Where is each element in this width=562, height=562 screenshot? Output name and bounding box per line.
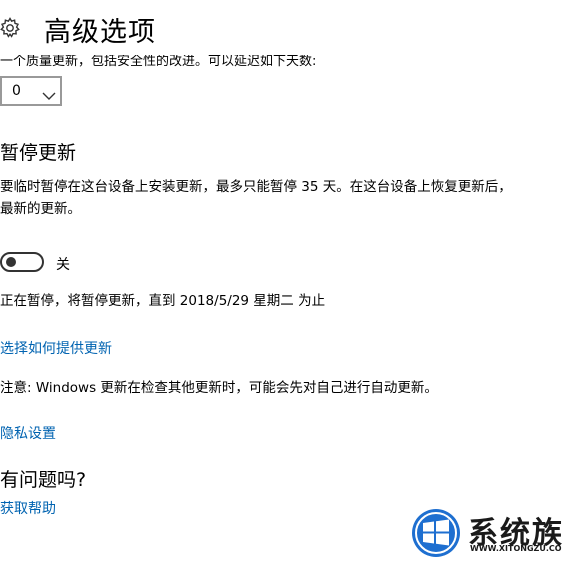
get-help-link[interactable]: 获取帮助 bbox=[0, 498, 56, 518]
toggle-knob bbox=[6, 257, 16, 267]
choose-delivery-link[interactable]: 选择如何提供更新 bbox=[0, 338, 112, 358]
page-header: 高级选项 bbox=[0, 4, 562, 48]
pause-description-line2: 最新的更新。 bbox=[0, 201, 81, 217]
windows-logo-icon bbox=[410, 508, 462, 558]
pause-toggle[interactable] bbox=[0, 252, 44, 272]
watermark: 系统族 WWW.XITONGZU.COM bbox=[410, 506, 562, 561]
note-text: 注意: Windows 更新在检查其他更新时，可能会先对自己进行自动更新。 bbox=[0, 380, 438, 396]
privacy-settings-link[interactable]: 隐私设置 bbox=[0, 423, 56, 443]
page-title: 高级选项 bbox=[44, 17, 156, 48]
pause-toggle-label: 关 bbox=[56, 257, 70, 273]
defer-description: 一个质量更新，包括安全性的改进。可以延迟如下天数: bbox=[0, 54, 317, 69]
help-heading: 有问题吗? bbox=[0, 469, 87, 491]
watermark-url: WWW.XITONGZU.COM bbox=[470, 544, 562, 553]
chevron-down-icon bbox=[42, 86, 56, 100]
gear-icon bbox=[0, 16, 22, 40]
pause-updates-heading: 暂停更新 bbox=[0, 142, 77, 164]
defer-days-dropdown[interactable]: 0 bbox=[0, 76, 62, 106]
pause-status-text: 正在暂停，将暂停更新，直到 2018/5/29 星期二 为止 bbox=[0, 293, 326, 309]
defer-days-value: 0 bbox=[12, 83, 21, 99]
pause-description-line1: 要临时暂停在这台设备上安装更新，最多只能暂停 35 天。在这台设备上恢复更新后， bbox=[0, 179, 512, 195]
